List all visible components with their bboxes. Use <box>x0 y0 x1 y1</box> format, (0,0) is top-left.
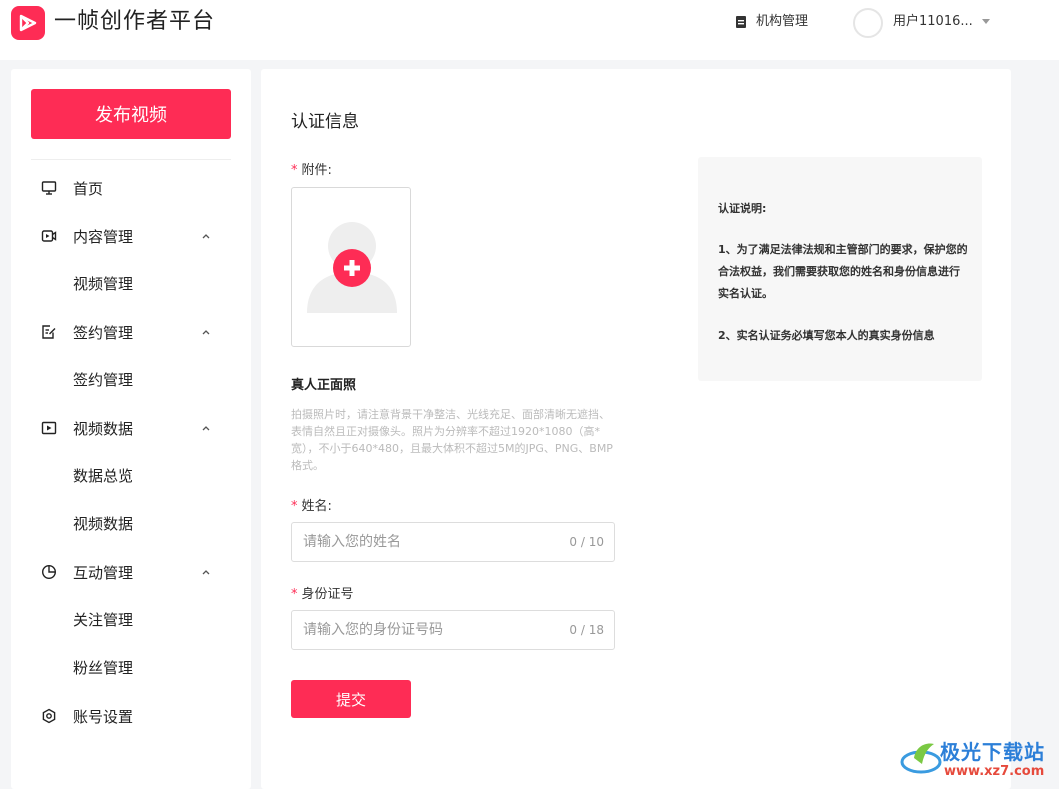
chevron-up-icon[interactable] <box>201 327 211 337</box>
watermark-url: www.xz7.com <box>944 764 1045 779</box>
username[interactable]: 用户11016... <box>893 12 973 32</box>
chevron-up-icon[interactable] <box>201 231 211 241</box>
sidebar-item-fans-management[interactable]: 粉丝管理 <box>73 656 133 680</box>
sidebar-item-label: 账号设置 <box>73 707 134 726</box>
sidebar: 发布视频 首页 内容管理 视频管理 签约管理 签约管理 视频数据 数据总览 视频… <box>11 69 251 789</box>
edit-document-icon <box>41 324 57 340</box>
org-management-link[interactable]: 机构管理 <box>734 12 808 32</box>
sidebar-item-video-stats[interactable]: 视频数据 <box>73 512 133 536</box>
sidebar-item-video-data[interactable]: 视频数据 <box>41 416 221 440</box>
brand-name: 一帧创作者平台 <box>54 9 216 34</box>
notice-title: 认证说明: <box>718 202 767 215</box>
chevron-up-icon[interactable] <box>201 423 211 433</box>
required-mark: * <box>291 587 298 602</box>
notice-item-2: 2、实名认证务必填写您本人的真实身份信息 <box>718 329 935 342</box>
video-camera-icon <box>41 228 57 244</box>
id-number-input[interactable] <box>303 611 553 649</box>
play-square-icon <box>41 420 57 436</box>
main-content: 认证信息 * 附件: 真人正面照 拍摄照片时，请注意背景干净整洁、光线充足、面部清… <box>261 69 1011 789</box>
play-logo-icon <box>19 14 37 32</box>
add-plus-icon[interactable] <box>332 248 372 288</box>
page-title: 认证信息 <box>291 112 359 132</box>
sidebar-item-contract[interactable]: 签约管理 <box>41 320 221 344</box>
name-field-wrapper: 0 / 10 <box>291 522 615 562</box>
photo-upload-box[interactable] <box>291 187 411 347</box>
photo-requirements: 拍摄照片时，请注意背景干净整洁、光线充足、面部清晰无遮挡、表情自然且正对摄像头。… <box>291 408 613 472</box>
notice-item-1: 1、为了满足法律法规和主管部门的要求，保护您的合法权益，我们需要获取您的姓名和身… <box>718 243 968 300</box>
sidebar-item-label: 互动管理 <box>73 563 134 582</box>
hexagon-settings-icon <box>41 708 57 724</box>
sidebar-item-content[interactable]: 内容管理 <box>41 224 221 248</box>
sidebar-item-label: 签约管理 <box>73 323 134 342</box>
photo-section-title: 真人正面照 <box>291 378 357 393</box>
id-field-wrapper: 0 / 18 <box>291 610 615 650</box>
required-mark: * <box>291 163 298 178</box>
name-char-counter: 0 / 10 <box>569 535 604 549</box>
brand-logo[interactable] <box>11 6 45 40</box>
publish-video-button[interactable]: 发布视频 <box>31 89 231 139</box>
name-label: * 姓名: <box>291 499 332 514</box>
sidebar-item-data-overview[interactable]: 数据总览 <box>73 464 133 488</box>
sidebar-item-home[interactable]: 首页 <box>41 176 221 200</box>
attachment-label: * 附件: <box>291 163 332 178</box>
monitor-icon <box>41 180 57 196</box>
sidebar-item-video-management[interactable]: 视频管理 <box>73 272 133 296</box>
sidebar-item-label: 首页 <box>73 179 104 198</box>
watermark-text: 极光下载站 <box>940 740 1045 764</box>
top-header: 一帧创作者平台 机构管理 用户11016... <box>0 0 1059 60</box>
sidebar-item-account-settings[interactable]: 账号设置 <box>41 704 221 728</box>
id-char-counter: 0 / 18 <box>569 623 604 637</box>
sidebar-item-label: 内容管理 <box>73 227 134 246</box>
verification-notice: 认证说明: 1、为了满足法律法规和主管部门的要求，保护您的合法权益，我们需要获取… <box>698 157 982 381</box>
sidebar-item-interaction[interactable]: 互动管理 <box>41 560 221 584</box>
name-input[interactable] <box>303 523 553 561</box>
submit-button[interactable]: 提交 <box>291 680 411 718</box>
sidebar-item-follow-management[interactable]: 关注管理 <box>73 608 133 632</box>
document-icon <box>736 16 746 28</box>
org-management-label: 机构管理 <box>756 14 809 29</box>
id-label: * 身份证号 <box>291 587 354 602</box>
sidebar-divider <box>31 159 231 160</box>
watermark-logo-icon <box>900 743 942 774</box>
watermark: 极光下载站 www.xz7.com <box>900 734 1059 784</box>
caret-down-icon[interactable] <box>982 19 990 24</box>
user-avatar[interactable] <box>853 8 883 38</box>
chevron-up-icon[interactable] <box>201 567 211 577</box>
required-mark: * <box>291 499 298 514</box>
pie-chart-icon <box>41 564 57 580</box>
sidebar-item-contract-management[interactable]: 签约管理 <box>73 368 133 392</box>
sidebar-item-label: 视频数据 <box>73 419 134 438</box>
